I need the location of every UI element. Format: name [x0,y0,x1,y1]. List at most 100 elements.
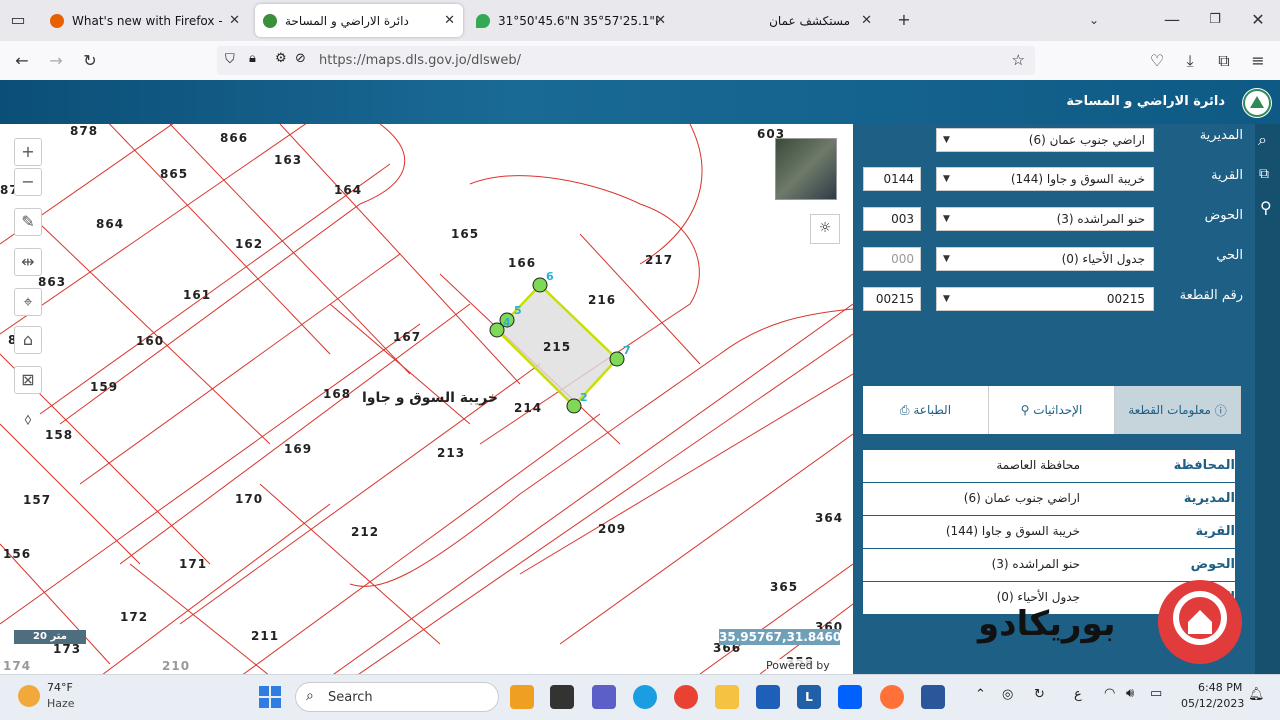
neighborhood-select[interactable]: جدول الأحياء (0) ▼ [936,247,1154,271]
app-l-icon[interactable]: L [797,685,821,709]
vertex-marker[interactable] [532,277,548,293]
parcel-number-select[interactable]: 00215 ▼ [936,287,1154,311]
map-view[interactable]: 878 866 163 87 865 164 603 864 162 165 166 217 863 16… [0,124,853,674]
village-label: خريبة السوق و جاوا [362,390,498,406]
parcel-number-label: 364 [815,511,843,525]
menu-icon[interactable]: ≡ [1248,51,1268,71]
task-view-icon[interactable] [550,685,574,709]
tracking-icon[interactable]: ⊘ [295,51,306,66]
neighborhood-code-field[interactable]: 000 [863,247,921,271]
notification-icon[interactable]: 🔔︎ [1248,687,1265,702]
info-row: المحافظة محافظة العاصمة [863,450,1235,483]
word-icon[interactable] [921,685,945,709]
parcel-number-label: 210 [162,659,190,673]
locate-icon[interactable]: ⌖ [14,288,42,316]
firefox-view-icon[interactable]: ▭ [8,10,28,30]
tab-amman-explorer[interactable]: مستكشف عمان ✕ [680,4,880,37]
basemap-thumbnail[interactable] [775,138,837,200]
tab-whats-new[interactable]: What's new with Firefox - More ✕ [42,4,248,37]
watermark-text: بوريكادو [978,604,1117,644]
location-pin-icon[interactable]: ⚲ [1260,198,1272,217]
village-select[interactable]: خريبة السوق و جاوا (144) ▼ [936,167,1154,191]
parcel-map[interactable]: 878 86616387865164603864162165166 21786316… [0,124,853,674]
minimize-icon[interactable]: — [1162,10,1182,30]
directorate-select[interactable]: اراضي جنوب عمان (6) ▼ [936,128,1154,152]
chevron-down-icon: ▼ [943,214,950,224]
panel-icon-strip: ⌕ ⧉ ⚲ [1255,124,1280,674]
chevron-down-icon: ▼ [943,135,950,145]
parcel-number-label: 166 [508,256,536,270]
edge-icon[interactable] [633,685,657,709]
chevron-up-icon[interactable]: ⌃ [975,687,986,702]
sync-icon[interactable]: ↻ [1034,687,1045,702]
volume-icon[interactable]: 🔊︎ [1126,686,1134,701]
new-tab-button[interactable]: + [894,10,914,30]
layers-icon[interactable]: ⧉ [1259,166,1269,182]
browser-nav-bar: ← → ↻ ⛉ 🔒︎ ⚙ ⊘ https://maps.dls.gov.jo/d… [0,41,1280,81]
info-row: القرية خريبة السوق و جاوا (144) [863,516,1235,549]
taskbar-search[interactable]: ⌕ Search [295,682,499,712]
info-tabs: ⎙ الطباعة ⚲ الإحداثيات ⓘ معلومات القطعة [863,386,1241,434]
permissions-icon[interactable]: ⚙ [275,51,287,66]
chevron-down-icon: ▼ [943,174,950,184]
windows-start-icon[interactable] [259,686,281,708]
brightness-icon[interactable]: ☼ [810,214,840,244]
zoom-in-button[interactable]: + [14,138,42,166]
shield-icon[interactable]: ⛉ [225,52,235,67]
store-icon[interactable] [756,685,780,709]
compass-icon[interactable]: ⬨ [14,406,42,434]
tab-label: مستكشف عمان [769,13,850,28]
tab-google-maps[interactable]: 31°50'45.6"N 35°57'25.1"E - خرائط ✕ [468,4,674,37]
extensions-icon[interactable]: ⧉ [1214,51,1234,71]
url-bar[interactable]: ⛉ 🔒︎ ⚙ ⊘ https://maps.dls.gov.jo/dlsweb/… [217,46,1035,75]
dropbox-icon[interactable] [838,685,862,709]
vertex-marker[interactable] [489,322,505,338]
zoom-out-button[interactable]: − [14,168,42,196]
weather-icon[interactable] [18,685,40,707]
close-window-icon[interactable]: ✕ [1248,10,1268,30]
wifi-icon[interactable]: ◠ [1104,686,1115,701]
directorate-label: المديرية [1199,128,1243,143]
measure-tool-icon[interactable]: ⇹ [14,248,42,276]
close-icon[interactable]: ✕ [861,13,872,28]
basin-code-field[interactable]: 003 [863,207,921,231]
lock-icon[interactable]: 🔒︎ [249,51,256,66]
parcel-number-label: 168 [323,387,351,401]
language-indicator[interactable]: ع [1074,687,1082,702]
download-icon[interactable]: ⤓ [1180,51,1200,71]
close-icon[interactable]: ✕ [444,13,455,28]
reload-icon[interactable]: ↻ [80,51,100,71]
forward-icon[interactable]: → [46,51,66,71]
chevron-down-icon: ▼ [943,254,950,264]
draw-tool-icon[interactable]: ✎ [14,208,42,236]
tab-parcel-info[interactable]: ⓘ معلومات القطعة [1115,386,1241,434]
close-icon[interactable]: ✕ [655,13,666,28]
tab-coordinates[interactable]: ⚲ الإحداثيات [989,386,1115,434]
battery-icon[interactable]: ▭ [1150,686,1162,701]
tab-dls[interactable]: دائرة الاراضي و المساحة ✕ [255,4,463,37]
close-icon[interactable]: ✕ [229,13,240,28]
pocket-icon[interactable]: ♡ [1147,51,1167,71]
select-tool-icon[interactable]: ⊠ [14,366,42,394]
url-text: https://maps.dls.gov.jo/dlsweb/ [319,53,522,68]
teams-icon[interactable] [592,685,616,709]
firefox-taskbar-icon[interactable] [880,685,904,709]
parcel-number-label: رقم القطعة [1179,288,1243,303]
parcel-number-label: 215 [543,340,571,354]
tab-print[interactable]: ⎙ الطباعة [863,386,989,434]
vertex-marker[interactable] [566,398,582,414]
basin-select[interactable]: حنو المراشده (3) ▼ [936,207,1154,231]
vertex-marker[interactable] [609,351,625,367]
village-code-field[interactable]: 0144 [863,167,921,191]
restore-icon[interactable]: ❐ [1205,10,1225,30]
chrome-icon[interactable] [674,685,698,709]
back-icon[interactable]: ← [12,51,32,71]
search-icon[interactable]: ⌕ [1258,130,1267,150]
network-status-icon[interactable]: ◎ [1002,687,1013,702]
parcel-code-field[interactable]: 00215 [863,287,921,311]
bookmark-star-icon[interactable]: ☆ [1012,51,1025,69]
chevron-down-icon[interactable]: ⌄ [1084,10,1104,30]
home-icon[interactable]: ⌂ [14,326,42,354]
file-explorer-icon[interactable] [715,685,739,709]
widgets-icon[interactable] [510,685,534,709]
